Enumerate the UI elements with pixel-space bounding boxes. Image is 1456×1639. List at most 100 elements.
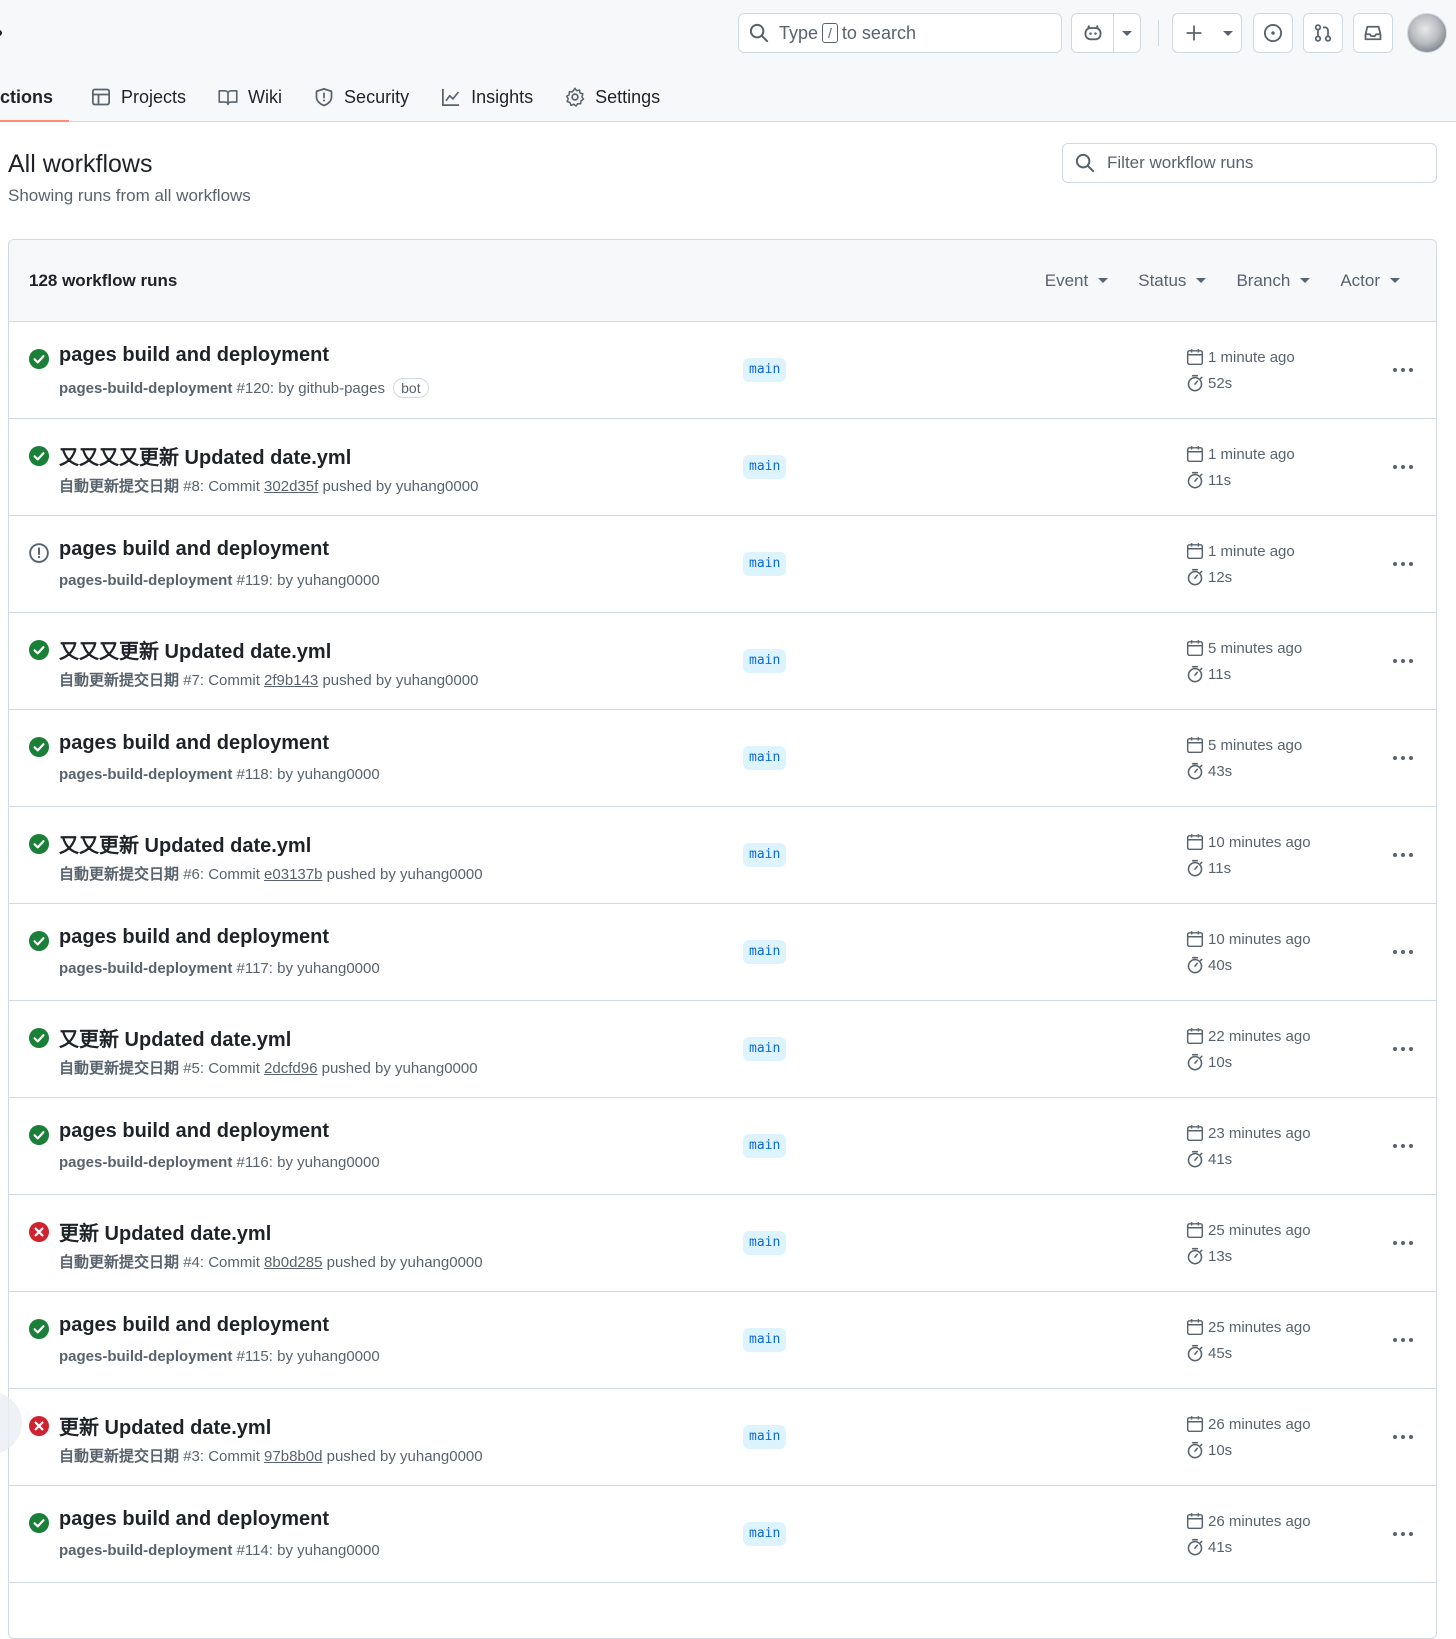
workflow-name[interactable]: pages-build-deployment (59, 960, 232, 977)
kebab-menu-icon[interactable] (1387, 1522, 1419, 1546)
top-header: Type / to search ctions Projects Wiki Se… (0, 0, 1456, 122)
run-meta-prefix: #118: by yuhang0000 (236, 766, 380, 783)
run-title-link[interactable]: 更新 Updated date.yml (59, 1217, 271, 1246)
run-meta: pages-build-deployment #120: by github-p… (59, 378, 429, 398)
kebab-menu-icon[interactable] (1387, 940, 1419, 964)
workflow-name[interactable]: pages-build-deployment (59, 572, 232, 589)
run-title-link[interactable]: pages build and deployment (59, 538, 329, 561)
filter-event-dropdown[interactable]: Event (1045, 271, 1109, 291)
branch-label[interactable]: main (743, 1425, 787, 1449)
branch-label[interactable]: main (743, 1328, 787, 1352)
workflow-run-row[interactable]: 又又更新 Updated date.yml 自動更新提交日期 #6: Commi… (9, 807, 1436, 904)
logo-icon[interactable] (0, 30, 2, 36)
run-meta-prefix: #5: Commit (183, 1060, 260, 1077)
run-time-text: 1 minute ago (1208, 542, 1295, 560)
kebab-menu-icon[interactable] (1387, 1231, 1419, 1255)
branch-label[interactable]: main (743, 940, 787, 964)
commit-sha-link[interactable]: 97b8b0d (264, 1448, 322, 1465)
plus-icon[interactable] (1173, 14, 1215, 52)
issues-button[interactable] (1253, 13, 1293, 53)
run-title-link[interactable]: pages build and deployment (59, 1508, 329, 1531)
run-title-link[interactable]: pages build and deployment (59, 1120, 329, 1143)
create-dropdown-icon[interactable] (1215, 14, 1241, 52)
run-title-link[interactable]: 又又又更新 Updated date.yml (59, 635, 331, 664)
run-title-link[interactable]: 又更新 Updated date.yml (59, 1023, 291, 1052)
workflow-name[interactable]: 自動更新提交日期 (59, 1448, 179, 1465)
branch-label[interactable]: main (743, 455, 787, 479)
workflow-run-row[interactable]: 又更新 Updated date.yml 自動更新提交日期 #5: Commit… (9, 1001, 1436, 1098)
kebab-menu-icon[interactable] (1387, 843, 1419, 867)
kebab-menu-icon[interactable] (1387, 649, 1419, 673)
commit-sha-link[interactable]: 2dcfd96 (264, 1060, 317, 1077)
create-new-button[interactable] (1172, 13, 1242, 53)
workflow-run-row[interactable]: pages build and deployment pages-build-d… (9, 710, 1436, 807)
kebab-menu-icon[interactable] (1387, 1134, 1419, 1158)
branch-label[interactable]: main (743, 1134, 787, 1158)
branch-label[interactable]: main (743, 649, 787, 673)
kebab-menu-icon[interactable] (1387, 1037, 1419, 1061)
run-title-link[interactable]: pages build and deployment (59, 732, 329, 755)
kebab-menu-icon[interactable] (1387, 746, 1419, 770)
pull-requests-button[interactable] (1303, 13, 1343, 53)
run-title-link[interactable]: 又又更新 Updated date.yml (59, 829, 311, 858)
tab-projects[interactable]: Projects (69, 72, 202, 122)
copilot-dropdown-icon[interactable] (1114, 14, 1140, 52)
tab-actions[interactable]: ctions (0, 72, 70, 122)
kebab-menu-icon[interactable] (1387, 358, 1419, 382)
workflow-run-row[interactable]: pages build and deployment pages-build-d… (9, 904, 1436, 1001)
workflow-name[interactable]: pages-build-deployment (59, 1154, 232, 1171)
branch-label[interactable]: main (743, 1037, 787, 1061)
tab-settings[interactable]: Settings (549, 72, 676, 122)
commit-sha-link[interactable]: e03137b (264, 866, 322, 883)
workflow-name[interactable]: pages-build-deployment (59, 1348, 232, 1365)
tab-wiki[interactable]: Wiki (202, 72, 298, 122)
branch-label[interactable]: main (743, 552, 787, 576)
kebab-menu-icon[interactable] (1387, 1328, 1419, 1352)
branch-label[interactable]: main (743, 358, 787, 382)
filter-status-dropdown[interactable]: Status (1138, 271, 1207, 291)
workflow-run-row[interactable]: pages build and deployment pages-build-d… (9, 322, 1436, 419)
inbox-button[interactable] (1353, 13, 1393, 53)
branch-label[interactable]: main (743, 843, 787, 867)
workflow-name[interactable]: 自動更新提交日期 (59, 672, 179, 689)
workflow-run-row[interactable]: pages build and deployment pages-build-d… (9, 516, 1436, 613)
run-title-link[interactable]: pages build and deployment (59, 344, 329, 367)
workflow-name[interactable]: 自動更新提交日期 (59, 478, 179, 495)
commit-sha-link[interactable]: 2f9b143 (264, 672, 318, 689)
run-title-link[interactable]: pages build and deployment (59, 926, 329, 949)
commit-sha-link[interactable]: 8b0d285 (264, 1254, 322, 1271)
branch-label[interactable]: main (743, 746, 787, 770)
workflow-run-row[interactable]: 又又又更新 Updated date.yml 自動更新提交日期 #7: Comm… (9, 613, 1436, 710)
user-avatar[interactable] (1407, 13, 1447, 53)
workflow-name[interactable]: pages-build-deployment (59, 380, 232, 397)
git-pull-request-icon (1314, 24, 1332, 42)
workflow-run-row[interactable]: pages build and deployment pages-build-d… (9, 1098, 1436, 1195)
copilot-button[interactable] (1071, 13, 1141, 53)
workflow-name[interactable]: 自動更新提交日期 (59, 1254, 179, 1271)
workflow-name[interactable]: 自動更新提交日期 (59, 866, 179, 883)
workflow-run-row[interactable]: 又又又又更新 Updated date.yml 自動更新提交日期 #8: Com… (9, 419, 1436, 516)
tab-insights[interactable]: Insights (425, 72, 549, 122)
workflow-name[interactable]: pages-build-deployment (59, 1542, 232, 1559)
filter-actor-dropdown[interactable]: Actor (1340, 271, 1400, 291)
filter-workflow-runs-input[interactable]: Filter workflow runs (1062, 143, 1437, 183)
filter-branch-dropdown[interactable]: Branch (1236, 271, 1311, 291)
workflow-run-row[interactable]: 更新 Updated date.yml 自動更新提交日期 #4: Commit … (9, 1195, 1436, 1292)
kebab-menu-icon[interactable] (1387, 1425, 1419, 1449)
run-title-link[interactable]: 又又又又更新 Updated date.yml (59, 441, 351, 470)
workflow-run-row[interactable]: pages build and deployment pages-build-d… (9, 1486, 1436, 1583)
commit-sha-link[interactable]: 302d35f (264, 478, 318, 495)
branch-label[interactable]: main (743, 1522, 787, 1546)
copilot-icon[interactable] (1072, 14, 1114, 52)
global-search[interactable]: Type / to search (738, 13, 1062, 53)
workflow-name[interactable]: pages-build-deployment (59, 766, 232, 783)
run-title-link[interactable]: pages build and deployment (59, 1314, 329, 1337)
run-title-link[interactable]: 更新 Updated date.yml (59, 1411, 271, 1440)
branch-label[interactable]: main (743, 1231, 787, 1255)
kebab-menu-icon[interactable] (1387, 455, 1419, 479)
workflow-run-row[interactable]: 更新 Updated date.yml 自動更新提交日期 #3: Commit … (9, 1389, 1436, 1486)
workflow-name[interactable]: 自動更新提交日期 (59, 1060, 179, 1077)
kebab-menu-icon[interactable] (1387, 552, 1419, 576)
tab-security[interactable]: Security (298, 72, 425, 122)
workflow-run-row[interactable]: pages build and deployment pages-build-d… (9, 1292, 1436, 1389)
